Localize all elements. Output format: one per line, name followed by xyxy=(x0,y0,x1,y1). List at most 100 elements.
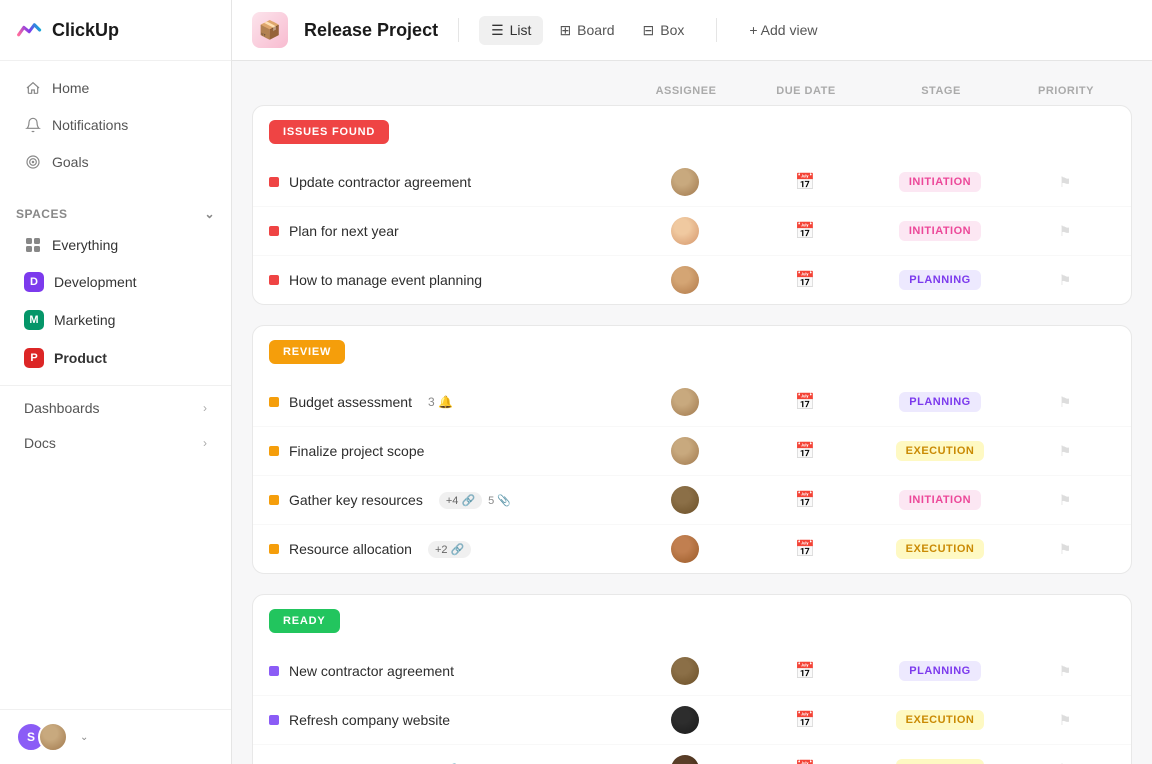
project-icon: 📦 xyxy=(252,12,288,48)
task-name-cell: Resource allocation +2 🔗 xyxy=(269,541,625,558)
table-row[interactable]: Update key objectives 5 📎 📅 EXECUTION ⚑ xyxy=(253,745,1131,764)
task-name-cell: Budget assessment 3 🔔 xyxy=(269,394,625,410)
due-date-cell: 📅 xyxy=(745,661,865,681)
due-date-cell: 📅 xyxy=(745,221,865,241)
table-row[interactable]: Gather key resources +4 🔗 5 📎 📅 INITIATI… xyxy=(253,476,1131,525)
stage-cell: PLANNING xyxy=(865,661,1015,681)
avatar xyxy=(671,706,699,734)
main-content: 📦 Release Project ☰ List ⊞ Board ⊟ Box +… xyxy=(232,0,1152,764)
task-name-cell: Update contractor agreement xyxy=(269,174,625,190)
stage-pill: INITIATION xyxy=(899,221,981,241)
flag-icon: ⚑ xyxy=(1059,272,1072,289)
priority-cell: ⚑ xyxy=(1015,712,1115,729)
ready-badge: READY xyxy=(269,609,340,633)
table-row[interactable]: Resource allocation +2 🔗 📅 EXECUTION ⚑ xyxy=(253,525,1131,573)
avatar xyxy=(671,388,699,416)
bell-icon xyxy=(24,116,42,134)
priority-cell: ⚑ xyxy=(1015,541,1115,558)
stage-cell: EXECUTION xyxy=(865,710,1015,730)
col-header-due-date: DUE DATE xyxy=(746,85,866,97)
avatar xyxy=(671,486,699,514)
tab-box[interactable]: ⊟ Box xyxy=(631,16,697,45)
sidebar-item-home[interactable]: Home xyxy=(8,70,223,106)
avatar xyxy=(671,755,699,764)
home-icon xyxy=(24,79,42,97)
sidebar-item-docs[interactable]: Docs › xyxy=(8,426,223,460)
user-footer[interactable]: S ⌄ xyxy=(0,709,231,764)
assignee-cell xyxy=(625,535,745,563)
flag-icon: ⚑ xyxy=(1059,443,1072,460)
task-name-cell: Finalize project scope xyxy=(269,443,625,459)
table-row[interactable]: Refresh company website 📅 EXECUTION ⚑ xyxy=(253,696,1131,745)
priority-cell: ⚑ xyxy=(1015,492,1115,509)
sidebar-development-label: Development xyxy=(54,274,137,290)
avatar xyxy=(671,168,699,196)
assignee-cell xyxy=(625,657,745,685)
task-name-cell: Gather key resources +4 🔗 5 📎 xyxy=(269,492,625,509)
goals-icon xyxy=(24,153,42,171)
avatar xyxy=(671,266,699,294)
section-issues-header: ISSUES FOUND xyxy=(253,106,1131,158)
logo-text: ClickUp xyxy=(52,20,119,41)
table-row[interactable]: Finalize project scope 📅 EXECUTION ⚑ xyxy=(253,427,1131,476)
due-date-cell: 📅 xyxy=(745,539,865,559)
flag-icon: ⚑ xyxy=(1059,712,1072,729)
priority-cell: ⚑ xyxy=(1015,174,1115,191)
task-dot xyxy=(269,275,279,285)
tab-list[interactable]: ☰ List xyxy=(479,16,543,45)
flag-icon: ⚑ xyxy=(1059,174,1072,191)
logo-area: ClickUp xyxy=(0,0,231,61)
stage-cell: INITIATION xyxy=(865,490,1015,510)
sidebar-item-everything[interactable]: Everything xyxy=(8,228,223,262)
due-date-cell: 📅 xyxy=(745,710,865,730)
due-date-cell: 📅 xyxy=(745,392,865,412)
main-header: 📦 Release Project ☰ List ⊞ Board ⊟ Box +… xyxy=(232,0,1152,61)
stage-pill: EXECUTION xyxy=(896,759,985,764)
stage-cell: PLANNING xyxy=(865,270,1015,290)
spaces-label: Spaces xyxy=(16,207,67,221)
flag-icon: ⚑ xyxy=(1059,223,1072,240)
dashboards-label: Dashboards xyxy=(24,400,100,416)
stage-cell: INITIATION xyxy=(865,221,1015,241)
calendar-icon: 📅 xyxy=(795,392,815,412)
priority-cell: ⚑ xyxy=(1015,223,1115,240)
spaces-section-header: Spaces ⌄ xyxy=(0,197,231,227)
col-header-assignee: ASSIGNEE xyxy=(626,85,746,97)
review-badge: REVIEW xyxy=(269,340,345,364)
table-row[interactable]: Budget assessment 3 🔔 📅 PLANNING ⚑ xyxy=(253,378,1131,427)
stage-pill: INITIATION xyxy=(899,490,981,510)
priority-cell: ⚑ xyxy=(1015,443,1115,460)
sidebar-item-goals[interactable]: Goals xyxy=(8,144,223,180)
product-badge: P xyxy=(24,348,44,368)
sidebar-item-development[interactable]: D Development xyxy=(8,264,223,300)
meta-count: +4 🔗 xyxy=(439,492,482,509)
sidebar-item-product[interactable]: P Product xyxy=(8,340,223,376)
table-row[interactable]: Update contractor agreement 📅 INITIATION… xyxy=(253,158,1131,207)
sidebar-item-notifications[interactable]: Notifications xyxy=(8,107,223,143)
sidebar-item-dashboards[interactable]: Dashboards › xyxy=(8,391,223,425)
task-meta: 3 🔔 xyxy=(428,395,453,409)
table-row[interactable]: How to manage event planning 📅 PLANNING … xyxy=(253,256,1131,304)
assignee-cell xyxy=(625,706,745,734)
col-header-stage: STAGE xyxy=(866,85,1016,97)
project-title: Release Project xyxy=(304,20,438,41)
attachment-count: 5 📎 xyxy=(488,494,511,507)
calendar-icon: 📅 xyxy=(795,221,815,241)
sidebar-bottom-sections: Dashboards › Docs › xyxy=(0,385,231,461)
comment-count: 3 🔔 xyxy=(428,395,453,409)
add-view-button[interactable]: + Add view xyxy=(737,16,829,44)
priority-cell: ⚑ xyxy=(1015,663,1115,680)
task-name-cell: Refresh company website xyxy=(269,712,625,728)
task-name-cell: Plan for next year xyxy=(269,223,625,239)
sidebar-item-marketing[interactable]: M Marketing xyxy=(8,302,223,338)
table-row[interactable]: New contractor agreement 📅 PLANNING ⚑ xyxy=(253,647,1131,696)
spaces-chevron-icon[interactable]: ⌄ xyxy=(204,207,215,221)
due-date-cell: 📅 xyxy=(745,172,865,192)
task-name-cell: New contractor agreement xyxy=(269,663,625,679)
table-row[interactable]: Plan for next year 📅 INITIATION ⚑ xyxy=(253,207,1131,256)
tab-board[interactable]: ⊞ Board xyxy=(547,16,626,45)
col-header-priority: PRIORITY xyxy=(1016,85,1116,97)
dashboards-chevron-icon: › xyxy=(203,401,207,415)
section-ready: READY New contractor agreement 📅 PLANNIN… xyxy=(252,594,1132,764)
column-headers: ASSIGNEE DUE DATE STAGE PRIORITY xyxy=(252,81,1132,101)
